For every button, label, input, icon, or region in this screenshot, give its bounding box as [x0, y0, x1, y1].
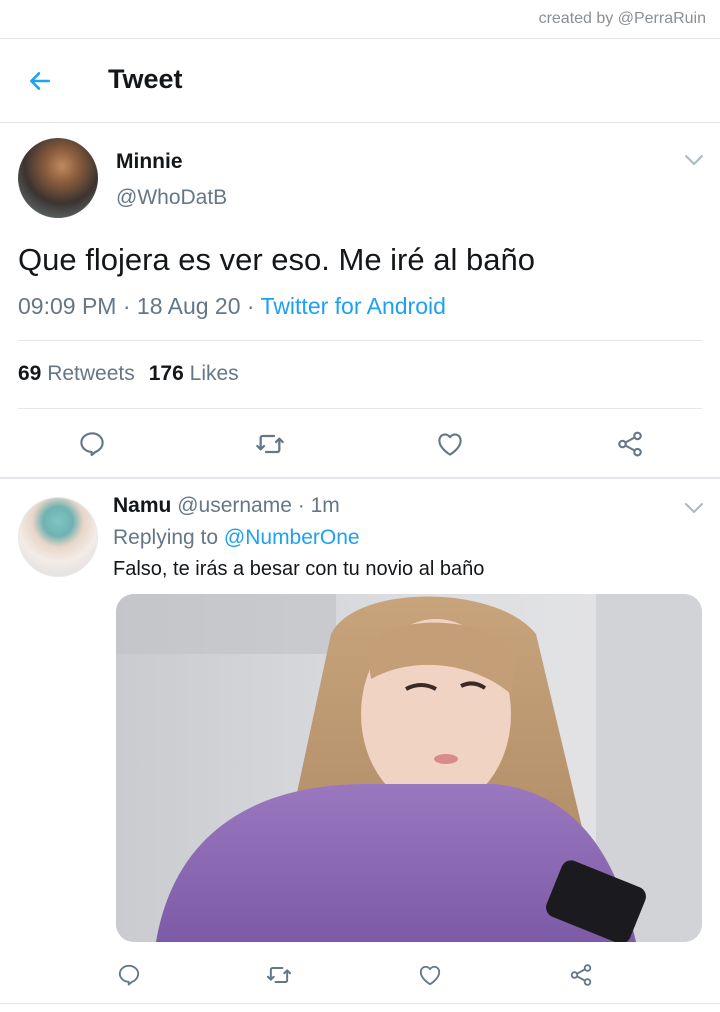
retweet-button[interactable] [250, 424, 290, 464]
likes-stat[interactable]: 176 Likes [149, 362, 239, 385]
tweet-stats: 69 Retweets 176 Likes [18, 362, 239, 386]
replying-label: Replying to [113, 526, 219, 549]
creator-credit: created by @PerraRuin [538, 10, 706, 27]
retweets-stat[interactable]: 69 Retweets [18, 362, 135, 385]
reply-reply-button[interactable] [112, 958, 146, 992]
share-icon [570, 964, 592, 986]
meta-separator: · [116, 293, 137, 319]
retweet-icon [256, 434, 284, 454]
reply-author-avatar[interactable] [18, 497, 98, 577]
reply-separator: · [291, 494, 311, 517]
reply-time: 1m [310, 494, 340, 517]
share-icon [618, 431, 642, 457]
chevron-down-icon [685, 503, 703, 513]
bottom-divider [0, 1003, 720, 1004]
reply-share-button[interactable] [564, 958, 598, 992]
like-icon [419, 965, 441, 986]
likes-label: Likes [189, 362, 239, 385]
reply-header: Namu @username · 1m [113, 494, 340, 518]
tweet-date: 18 Aug 20 [136, 293, 241, 319]
reply-icon [80, 432, 104, 457]
retweet-icon [266, 967, 292, 983]
like-button[interactable] [430, 424, 470, 464]
author-avatar[interactable] [18, 138, 98, 218]
replying-mention-link[interactable]: @NumberOne [224, 526, 360, 549]
tweet-time: 09:09 PM [18, 293, 117, 319]
reply-button[interactable] [72, 424, 112, 464]
reply-text: Falso, te irás a besar con tu novio al b… [113, 558, 485, 580]
reply-author-handle[interactable]: @username [177, 494, 292, 517]
like-icon [438, 433, 462, 456]
chevron-down-icon [685, 155, 703, 165]
reply-author-name[interactable]: Namu [113, 494, 171, 517]
reply-menu-button[interactable] [682, 498, 706, 518]
replying-to-line: Replying to @NumberOne [113, 526, 360, 550]
author-name[interactable]: Minnie [116, 150, 183, 174]
section-divider [0, 477, 720, 479]
reply-icon [118, 964, 140, 986]
tweet-meta: 09:09 PM · 18 Aug 20 · Twitter for Andro… [18, 293, 446, 320]
meta-divider [18, 340, 702, 341]
share-button[interactable] [610, 424, 650, 464]
reply-retweet-button[interactable] [262, 958, 296, 992]
reply-like-button[interactable] [413, 958, 447, 992]
back-arrow-icon [30, 72, 50, 90]
tweet-source-link[interactable]: Twitter for Android [261, 293, 446, 319]
back-button[interactable] [22, 63, 58, 99]
page-title: Tweet [108, 64, 183, 94]
author-handle[interactable]: @WhoDatB [116, 186, 227, 210]
likes-count: 176 [148, 362, 184, 385]
reply-media-image[interactable] [116, 594, 702, 942]
stats-divider [18, 408, 702, 409]
header-bar: Tweet [0, 39, 720, 123]
retweets-count: 69 [18, 362, 42, 385]
meta-separator: · [240, 293, 261, 319]
media-photo [116, 594, 702, 942]
retweets-label: Retweets [47, 362, 135, 385]
tweet-menu-button[interactable] [682, 150, 706, 170]
header-divider [0, 122, 720, 123]
tweet-text: Que flojera es ver eso. Me iré al baño [18, 242, 535, 277]
